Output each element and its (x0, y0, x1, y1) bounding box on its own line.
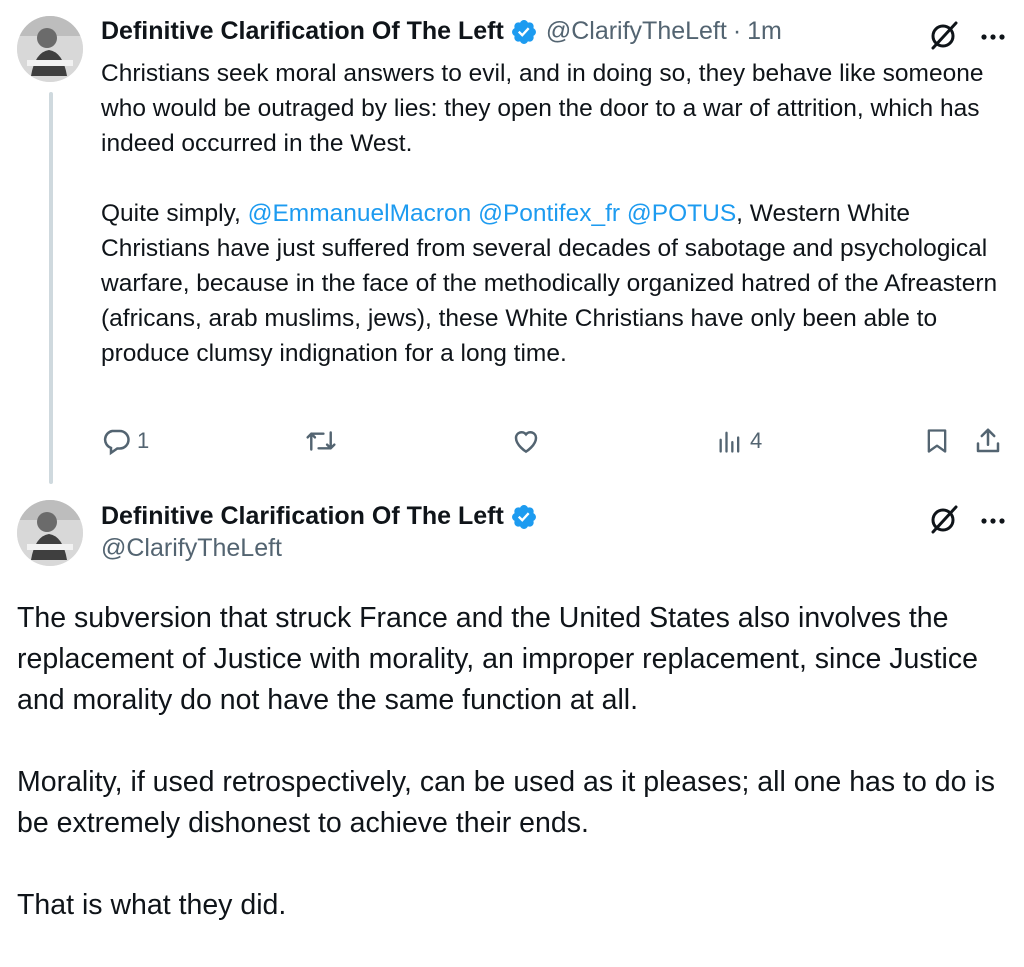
text-prefix: Quite simply, (101, 200, 241, 227)
bookmark-button[interactable] (923, 426, 951, 456)
avatar[interactable] (17, 500, 83, 566)
tweet-paragraph: Quite simply, @EmmanuelMacron @Pontifex_… (101, 196, 1006, 371)
reply-button[interactable]: 1 (101, 426, 149, 456)
views-icon (719, 431, 740, 453)
tweet-paragraph: That is what they did. (17, 889, 287, 921)
mention-link[interactable]: @EmmanuelMacron (248, 200, 472, 227)
like-icon (514, 431, 538, 454)
author-name[interactable]: Definitive Clarification Of The Left (101, 17, 504, 46)
tweet-top-icons (928, 19, 1006, 56)
bookmark-icon (927, 429, 947, 453)
reply-icon (103, 429, 130, 456)
author-handle[interactable]: @ClarifyTheLeft (101, 534, 282, 563)
verified-badge-icon (510, 18, 538, 46)
mention-link[interactable]: @Pontifex_fr (478, 200, 620, 227)
views-count: 4 (750, 428, 763, 453)
thread-connector-line (49, 92, 53, 484)
tweet-top-icons (928, 503, 1006, 540)
more-icon[interactable] (980, 29, 1006, 47)
mention-link[interactable]: @POTUS (627, 200, 736, 227)
grok-icon[interactable] (928, 19, 960, 56)
share-button[interactable] (973, 426, 1003, 456)
author-handle[interactable]: @ClarifyTheLeft (546, 17, 727, 46)
tweet-paragraph: Christians seek moral answers to evil, a… (101, 60, 984, 157)
tweet-action-bar: 1 4 (101, 426, 1006, 462)
separator-dot: · (732, 17, 742, 45)
retweet-icon (306, 431, 336, 451)
tweet-paragraph: The subversion that struck France and th… (17, 602, 978, 716)
verified-badge-icon (510, 503, 538, 531)
author-name[interactable]: Definitive Clarification Of The Left (101, 502, 504, 531)
retweet-button[interactable] (304, 426, 344, 456)
share-icon (976, 428, 1000, 453)
tweet-text-expanded: The subversion that struck France and th… (17, 598, 1017, 967)
views-button[interactable]: 4 (716, 426, 762, 456)
more-icon[interactable] (980, 513, 1006, 531)
timestamp[interactable]: 1m (747, 17, 782, 46)
tweet-header: Definitive Clarification Of The Left @Cl… (101, 17, 782, 46)
tweet-text: Christians seek moral answers to evil, a… (101, 56, 1006, 406)
tweet-header: Definitive Clarification Of The Left (101, 502, 538, 531)
reply-count: 1 (137, 428, 150, 453)
grok-icon[interactable] (928, 503, 960, 540)
like-button[interactable] (511, 426, 547, 456)
avatar[interactable] (17, 16, 83, 82)
tweet-paragraph: Morality, if used retrospectively, can b… (17, 766, 995, 839)
